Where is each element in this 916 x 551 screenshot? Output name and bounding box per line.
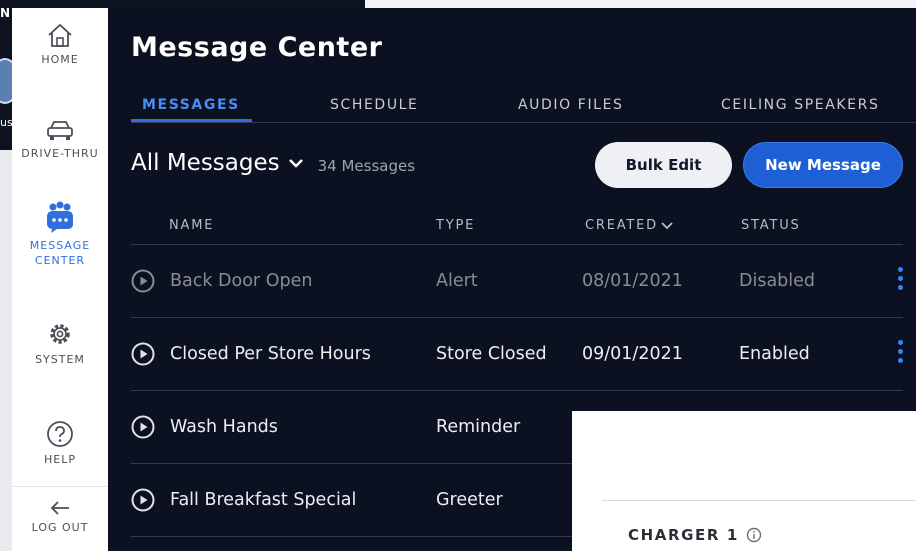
column-header-status: STATUS — [741, 218, 801, 233]
table-header: NAME TYPE CREATED STATUS — [131, 218, 903, 245]
list-header: All Messages 34 Messages — [131, 150, 415, 176]
play-icon[interactable] — [131, 342, 155, 370]
home-icon — [12, 22, 108, 48]
cell-name: Back Door Open — [170, 271, 313, 291]
sidebar-item-system[interactable]: SYSTEM — [12, 320, 108, 367]
sidebar-item-label: HOME — [41, 53, 79, 66]
bulk-edit-button[interactable]: Bulk Edit — [595, 142, 732, 188]
cell-created: 09/01/2021 — [582, 344, 683, 364]
sidebar-item-label: HELP — [44, 453, 76, 466]
sidebar-item-message-center[interactable]: MESSAGE CENTER — [12, 200, 108, 268]
message-filter-select[interactable]: All Messages — [131, 150, 304, 176]
info-icon[interactable] — [746, 527, 762, 543]
table-row[interactable]: Back Door Open Alert 08/01/2021 Disabled — [131, 245, 903, 318]
cell-status: Enabled — [739, 344, 810, 364]
sort-chevron-icon — [661, 221, 673, 229]
tab-schedule[interactable]: SCHEDULE — [330, 97, 419, 113]
chevron-down-icon — [288, 159, 303, 168]
tab-ceiling-speakers[interactable]: CEILING SPEAKERS — [721, 97, 879, 113]
cell-name: Closed Per Store Hours — [170, 344, 371, 364]
arrow-left-icon — [12, 500, 108, 516]
background-window-text: N — [0, 6, 11, 20]
charger-label: CHARGER 1 — [628, 526, 762, 544]
cell-created: 08/01/2021 — [582, 271, 683, 291]
sidebar-item-label-line1: MESSAGE — [29, 239, 91, 252]
column-header-created-label: CREATED — [585, 218, 658, 233]
charger-panel: CHARGER 1 — [572, 411, 916, 551]
help-icon — [12, 420, 108, 448]
filter-selected-value: All Messages — [131, 150, 280, 176]
cell-type: Greeter — [436, 490, 503, 510]
page-title: Message Center — [131, 32, 383, 63]
more-options-icon[interactable] — [895, 340, 905, 368]
sidebar-item-drive-thru[interactable]: DRIVE-THRU — [12, 118, 108, 161]
sidebar-item-label: MESSAGE CENTER — [12, 238, 108, 268]
tab-bar: MESSAGES SCHEDULE AUDIO FILES CEILING SP… — [131, 94, 916, 123]
message-center-icon — [12, 200, 108, 234]
column-header-name: NAME — [169, 218, 215, 233]
sidebar-item-label: LOG OUT — [31, 521, 89, 534]
sidebar-item-log-out[interactable]: LOG OUT — [12, 500, 108, 535]
more-options-icon[interactable] — [895, 267, 905, 295]
cell-type: Alert — [436, 271, 478, 291]
play-icon[interactable] — [131, 488, 155, 516]
message-count: 34 Messages — [317, 157, 416, 175]
new-message-button[interactable]: New Message — [743, 142, 903, 188]
play-icon[interactable] — [131, 269, 155, 297]
sidebar-item-home[interactable]: HOME — [12, 22, 108, 67]
charger-label-text: CHARGER 1 — [628, 526, 739, 544]
cell-name: Fall Breakfast Special — [170, 490, 357, 510]
play-icon[interactable] — [131, 415, 155, 443]
sidebar-item-label-line2: CENTER — [34, 254, 86, 267]
column-header-created[interactable]: CREATED — [585, 218, 673, 233]
panel-divider — [602, 500, 916, 501]
cell-type: Reminder — [436, 417, 521, 437]
car-icon — [12, 118, 108, 142]
cell-name: Wash Hands — [170, 417, 278, 437]
gear-icon — [12, 320, 108, 348]
sidebar-divider — [12, 486, 108, 487]
active-tab-indicator — [131, 119, 252, 122]
sidebar: HOME DRIVE-THRU MESSAGE CENTER SYSTEM HEL… — [12, 8, 108, 551]
table-row[interactable]: Closed Per Store Hours Store Closed 09/0… — [131, 318, 903, 391]
tab-audio-files[interactable]: AUDIO FILES — [518, 97, 624, 113]
cell-type: Store Closed — [436, 344, 547, 364]
column-header-type: TYPE — [436, 218, 476, 233]
background-strip — [365, 0, 916, 8]
cell-status: Disabled — [739, 271, 816, 291]
sidebar-item-help[interactable]: HELP — [12, 420, 108, 467]
sidebar-item-label: DRIVE-THRU — [21, 147, 99, 160]
tab-messages[interactable]: MESSAGES — [142, 97, 240, 113]
background-window-text-2: us — [0, 116, 13, 129]
sidebar-item-label: SYSTEM — [35, 353, 85, 366]
